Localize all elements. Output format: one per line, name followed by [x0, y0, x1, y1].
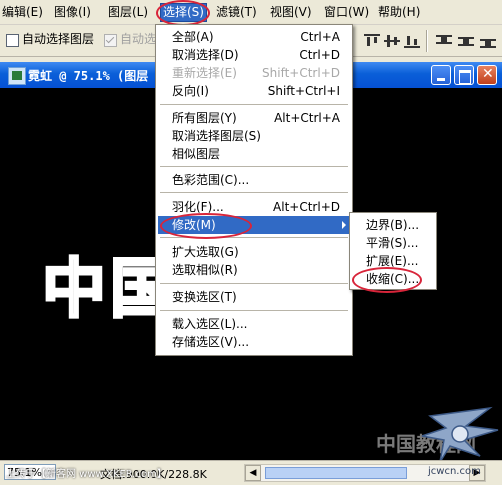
scroll-thumb[interactable]	[265, 467, 407, 479]
distribute-bottom-icon[interactable]	[480, 34, 496, 48]
menu-separator	[160, 310, 348, 312]
select-menu: 全部(A) Ctrl+A 取消选择(D) Ctrl+D 重新选择(E) Shift+C…	[155, 24, 353, 356]
menu-bar: 编辑(E) 图像(I) 图层(L) 选择(S) 滤镜(T) 视图(V) 窗口(W…	[0, 0, 502, 25]
site-logo-icon	[421, 406, 499, 460]
minimize-icon	[437, 78, 445, 81]
menu-item-select-all[interactable]: 全部(A) Ctrl+A	[158, 28, 350, 46]
submenu-item-expand[interactable]: 扩展(E)...	[352, 252, 434, 270]
menu-image[interactable]: 图像(I)	[52, 4, 93, 21]
menu-item-grow[interactable]: 扩大选取(G)	[158, 243, 350, 261]
submenu-item-contract[interactable]: 收缩(C)...	[352, 270, 434, 288]
menu-separator	[160, 283, 348, 285]
menu-item-deselect[interactable]: 取消选择(D) Ctrl+D	[158, 46, 350, 64]
menu-item-inverse[interactable]: 反向(I) Shift+Ctrl+I	[158, 82, 350, 100]
menu-separator	[160, 104, 348, 106]
align-vcenter-icon[interactable]	[384, 34, 400, 48]
menu-separator	[160, 237, 348, 239]
menu-filter[interactable]: 滤镜(T)	[214, 4, 259, 21]
menu-layer[interactable]: 图层(L)	[106, 4, 150, 21]
auto-select-group-label: 自动选	[120, 32, 157, 46]
scroll-left-icon[interactable]: ◀	[245, 465, 261, 481]
align-bottom-icon[interactable]	[404, 34, 420, 48]
menu-select[interactable]: 选择(S)	[160, 3, 207, 22]
menu-item-save-selection[interactable]: 存储选区(V)...	[158, 333, 350, 351]
close-icon: ✕	[482, 66, 494, 82]
menu-item-all-layers[interactable]: 所有图层(Y) Alt+Ctrl+A	[158, 109, 350, 127]
submenu-arrow-icon	[342, 221, 346, 229]
document-icon	[8, 67, 26, 85]
minimize-button[interactable]	[431, 65, 451, 85]
menu-window[interactable]: 窗口(W)	[322, 4, 371, 21]
menu-item-load-selection[interactable]: 载入选区(L)...	[158, 315, 350, 333]
modify-submenu: 边界(B)... 平滑(S)... 扩展(E)... 收缩(C)...	[349, 212, 437, 290]
menu-separator	[160, 166, 348, 168]
menu-item-feather[interactable]: 羽化(F)... Alt+Ctrl+D	[158, 198, 350, 216]
menu-item-deselect-layers[interactable]: 取消选择图层(S)	[158, 127, 350, 145]
menu-item-transform-selection[interactable]: 变换选区(T)	[158, 288, 350, 306]
align-top-icon[interactable]	[364, 34, 380, 48]
distribute-top-icon[interactable]	[436, 34, 452, 48]
auto-select-group-checkbox[interactable]	[104, 34, 117, 47]
document-title: 霓虹 @ 75.1% (图层	[28, 69, 149, 83]
site-credit: jcwcn.com	[428, 466, 481, 477]
auto-select-layer-checkbox[interactable]	[6, 34, 19, 47]
menu-item-similar[interactable]: 选取相似(R)	[158, 261, 350, 279]
menu-item-modify[interactable]: 修改(M)	[158, 216, 350, 234]
menu-item-similar-layers[interactable]: 相似图层	[158, 145, 350, 163]
close-button[interactable]: ✕	[477, 65, 497, 85]
distribute-vcenter-icon[interactable]	[458, 34, 474, 48]
toolbar-separator	[426, 30, 428, 52]
menu-help[interactable]: 帮助(H)	[376, 4, 422, 21]
auto-select-layer-label: 自动选择图层	[22, 32, 95, 46]
menu-item-reselect[interactable]: 重新选择(E) Shift+Ctrl+D	[158, 64, 350, 82]
maximize-icon	[459, 70, 471, 84]
upload-credit: 上传于【新客网 www.XKER.com】	[6, 469, 167, 480]
maximize-button[interactable]	[454, 65, 474, 85]
submenu-item-smooth[interactable]: 平滑(S)...	[352, 234, 434, 252]
menu-view[interactable]: 视图(V)	[268, 4, 314, 21]
menu-item-color-range[interactable]: 色彩范围(C)...	[158, 171, 350, 189]
menu-edit[interactable]: 编辑(E)	[0, 4, 45, 21]
submenu-item-border[interactable]: 边界(B)...	[352, 216, 434, 234]
menu-separator	[160, 192, 348, 194]
